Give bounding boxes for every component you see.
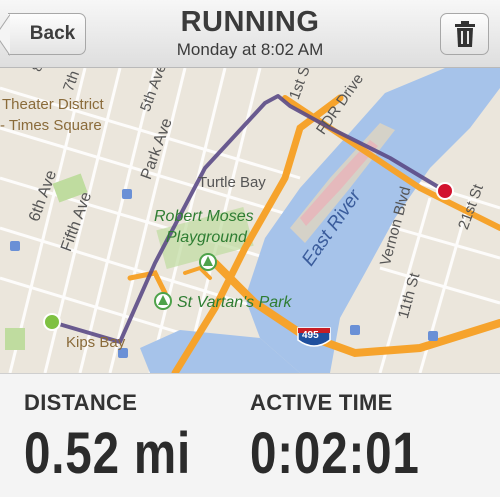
nav-header: Back RUNNING Monday at 8:02 AM xyxy=(0,0,500,68)
map-label-robert-moses: Robert Moses xyxy=(154,208,254,225)
map-label-495: 495 xyxy=(302,330,319,341)
page-title: RUNNING xyxy=(180,6,320,38)
map-label-playground: Playground xyxy=(166,229,247,246)
trash-icon xyxy=(454,21,475,47)
route-map[interactable]: Theater District - Times Square 8th 7th … xyxy=(0,68,500,373)
delete-button[interactable] xyxy=(440,13,489,55)
stats-panel: DISTANCE 0.52 mi ACTIVE TIME 0:02:01 xyxy=(0,373,500,497)
activity-datetime: Monday at 8:02 AM xyxy=(176,40,324,59)
map-label-times-square: - Times Square xyxy=(0,117,102,134)
map-label-theater-district: Theater District xyxy=(2,96,104,113)
map-label-kips-bay: Kips Bay xyxy=(66,334,126,351)
active-time-label: ACTIVE TIME xyxy=(250,390,393,415)
start-marker xyxy=(43,313,61,331)
map-label-turtle-bay: Turtle Bay xyxy=(198,174,266,191)
map-label-st-vartans-park: St Vartan's Park xyxy=(177,294,292,311)
distance-label: DISTANCE xyxy=(24,390,138,415)
end-marker xyxy=(436,182,454,200)
active-time-value: 0:02:01 xyxy=(250,421,420,486)
distance-value: 0.52 mi xyxy=(24,421,192,486)
